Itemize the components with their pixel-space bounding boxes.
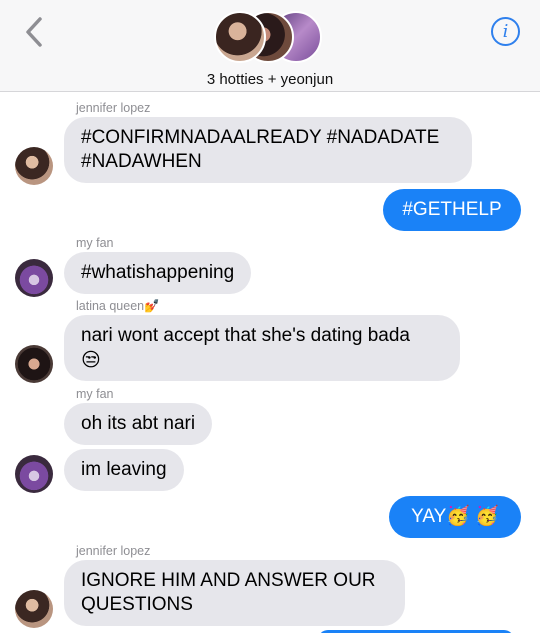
message-line: QUESTIONS <box>81 594 193 615</box>
message-line: #NADAWHEN <box>81 151 202 172</box>
message-text: YAY🥳 🥳 <box>411 506 499 527</box>
message-text: oh its abt nari <box>81 413 196 434</box>
message-list[interactable]: jennifer lopez #CONFIRMNADAALREADY #NADA… <box>0 93 540 633</box>
message-line: nari wont accept that she's dating bada <box>81 325 410 346</box>
message-bubble[interactable]: #whatishappening <box>64 252 252 294</box>
message-text: im leaving <box>81 459 167 480</box>
message-bubble[interactable]: oh its abt nari <box>64 403 213 445</box>
group-name[interactable]: 3 hotties + yeonjun <box>0 71 540 88</box>
message-text: #whatishappening <box>81 262 235 283</box>
group-avatar <box>214 11 266 63</box>
sender-name: jennifer lopez <box>76 544 151 558</box>
sender-name: latina queen💅 <box>76 299 160 313</box>
group-avatars[interactable] <box>214 11 326 67</box>
message-bubble-outgoing[interactable]: #GETHELP <box>383 189 521 231</box>
unamused-emoji: 😒 <box>81 349 101 371</box>
message-bubble[interactable]: IGNORE HIM AND ANSWER OUR QUESTIONS <box>64 560 405 626</box>
avatar[interactable] <box>15 345 53 383</box>
avatar[interactable] <box>15 455 53 493</box>
back-button[interactable] <box>22 14 48 50</box>
message-line: IGNORE HIM AND ANSWER OUR <box>81 570 376 591</box>
avatar[interactable] <box>15 147 53 185</box>
message-line: #CONFIRMNADAALREADY #NADADATE <box>81 127 440 148</box>
message-bubble[interactable]: #CONFIRMNADAALREADY #NADADATE #NADAWHEN <box>64 117 472 183</box>
sender-name: my fan <box>76 387 114 401</box>
message-bubble-outgoing[interactable]: YAY🥳 🥳 <box>389 496 521 538</box>
conversation-header: i 3 hotties + yeonjun <box>0 0 540 92</box>
info-icon: i <box>502 21 509 42</box>
message-bubble[interactable]: im leaving <box>64 449 184 491</box>
sender-name: jennifer lopez <box>76 101 151 115</box>
info-button[interactable]: i <box>491 17 520 46</box>
message-text: #GETHELP <box>402 199 502 220</box>
message-bubble[interactable]: nari wont accept that she's dating bada … <box>64 315 460 381</box>
avatar[interactable] <box>15 590 53 628</box>
chevron-left-icon <box>26 17 42 47</box>
avatar[interactable] <box>15 259 53 297</box>
sender-name: my fan <box>76 236 114 250</box>
